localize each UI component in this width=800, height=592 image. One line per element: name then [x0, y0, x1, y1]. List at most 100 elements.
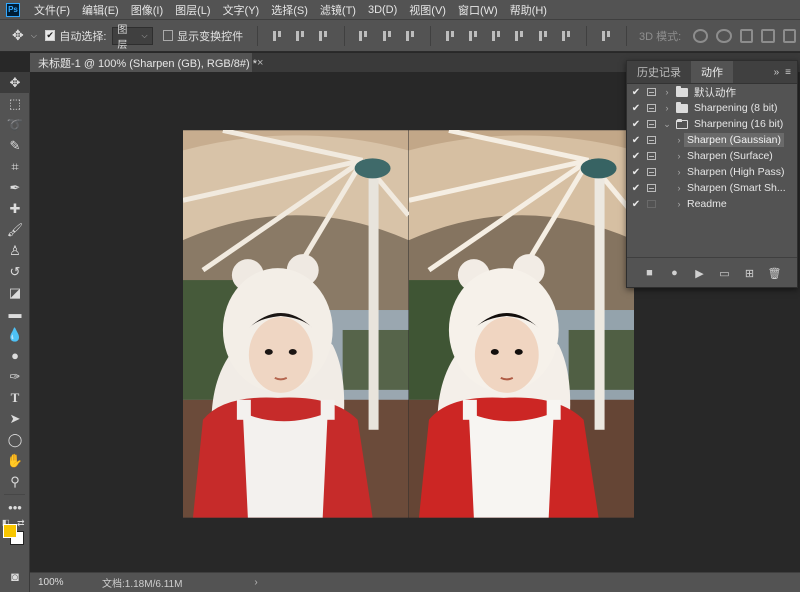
chevron-right-icon[interactable]: › [674, 183, 684, 193]
menu-type[interactable]: 文字(Y) [217, 2, 266, 18]
brush-tool-icon[interactable]: 🖌 [0, 219, 30, 240]
dialog-toggle-icon[interactable] [647, 120, 656, 128]
path-selection-tool-icon[interactable]: ➤ [0, 408, 30, 429]
action-row[interactable]: ✔ › Sharpen (Smart Sh... [627, 180, 797, 196]
action-row[interactable]: ✔ › Readme [627, 196, 797, 212]
quick-mask-icon[interactable]: ◙ [0, 566, 30, 587]
chevron-right-icon[interactable]: › [674, 199, 684, 209]
chevron-right-icon[interactable]: › [674, 151, 684, 161]
align-right-icon[interactable] [404, 29, 417, 43]
toggle-check-icon[interactable]: ✔ [627, 119, 645, 130]
menu-select[interactable]: 选择(S) [265, 2, 314, 18]
3d-orbit-icon[interactable] [693, 28, 709, 43]
panel-menu-icon[interactable]: ≡ [785, 67, 791, 78]
move-tool-icon[interactable]: ✥ [0, 72, 30, 93]
new-set-icon[interactable]: ▭ [718, 267, 732, 280]
healing-brush-tool-icon[interactable]: ✚ [0, 198, 30, 219]
close-icon[interactable]: × [257, 57, 263, 69]
chevron-right-icon[interactable]: › [662, 103, 672, 113]
dialog-toggle-icon[interactable] [647, 184, 656, 192]
chevron-right-icon[interactable]: › [662, 87, 672, 97]
menu-filter[interactable]: 滤镜(T) [314, 2, 362, 18]
history-brush-tool-icon[interactable]: ↺ [0, 261, 30, 282]
dialog-toggle-icon[interactable] [647, 200, 656, 208]
ellipse-tool-icon[interactable]: ◯ [0, 429, 30, 450]
action-row[interactable]: ✔ › Sharpen (Surface) [627, 148, 797, 164]
swap-colors-icon[interactable]: ⇄ [17, 518, 25, 529]
action-set-row[interactable]: ✔ › Sharpening (8 bit) [627, 100, 797, 116]
menu-view[interactable]: 视图(V) [403, 2, 452, 18]
align-left-icon[interactable] [357, 29, 370, 43]
menu-edit[interactable]: 编辑(E) [76, 2, 125, 18]
chevron-down-icon[interactable]: ⌄ [662, 119, 672, 130]
edit-toolbar-icon[interactable]: ••• [0, 497, 30, 518]
dodge-tool-icon[interactable]: ● [0, 345, 30, 366]
rectangular-marquee-tool-icon[interactable]: ⬚ [0, 93, 30, 114]
status-menu-arrow-icon[interactable]: › [254, 577, 257, 588]
align-horizontal-center-icon[interactable] [381, 29, 394, 43]
show-transform-checkbox[interactable] [162, 30, 174, 41]
delete-icon[interactable]: 🗑 [768, 267, 782, 280]
auto-select-dropdown[interactable]: 图层 ⌵ [112, 25, 153, 51]
distribute-bottom-icon[interactable] [490, 29, 503, 43]
menu-3d[interactable]: 3D(D) [362, 4, 403, 16]
tab-actions[interactable]: 动作 [691, 61, 733, 83]
menu-image[interactable]: 图像(I) [125, 2, 169, 18]
menu-window[interactable]: 窗口(W) [452, 2, 504, 18]
menu-layer[interactable]: 图层(L) [169, 2, 216, 18]
toggle-check-icon[interactable]: ✔ [627, 167, 645, 178]
dialog-toggle-icon[interactable] [647, 152, 656, 160]
pen-tool-icon[interactable]: ✑ [0, 366, 30, 387]
distribute-left-icon[interactable] [513, 29, 526, 43]
hand-tool-icon[interactable]: ✋ [0, 450, 30, 471]
distribute-right-icon[interactable] [560, 29, 573, 43]
dialog-toggle-icon[interactable] [647, 136, 656, 144]
distribute-horizontal-center-icon[interactable] [537, 29, 550, 43]
foreground-color-swatch[interactable] [3, 524, 17, 538]
lasso-tool-icon[interactable]: ➰ [0, 114, 30, 135]
action-set-row[interactable]: ✔ › 默认动作 [627, 84, 797, 100]
toggle-check-icon[interactable]: ✔ [627, 183, 645, 194]
action-set-row[interactable]: ✔ ⌄ Sharpening (16 bit) [627, 116, 797, 132]
distribute-vertical-center-icon[interactable] [467, 29, 480, 43]
chevron-right-icon[interactable]: › [674, 167, 684, 177]
document-tab[interactable]: 未标题-1 @ 100% (Sharpen (GB), RGB/8#) * × [30, 53, 263, 72]
collapse-panel-icon[interactable]: » [774, 67, 780, 78]
clone-stamp-tool-icon[interactable]: ♙ [0, 240, 30, 261]
action-row[interactable]: ✔ › Sharpen (High Pass) [627, 164, 797, 180]
blur-tool-icon[interactable]: 💧 [0, 324, 30, 345]
auto-align-layers-icon[interactable] [600, 29, 613, 43]
type-tool-icon[interactable]: T [0, 387, 30, 408]
zoom-level[interactable]: 100% [30, 577, 98, 588]
align-vertical-center-icon[interactable] [294, 29, 307, 43]
eraser-tool-icon[interactable]: ◪ [0, 282, 30, 303]
move-tool-icon[interactable]: ✥ [12, 27, 31, 44]
toggle-check-icon[interactable]: ✔ [627, 151, 645, 162]
toggle-check-icon[interactable]: ✔ [627, 103, 645, 114]
play-icon[interactable]: ▶ [693, 267, 707, 280]
action-row[interactable]: ✔ › Sharpen (Gaussian) [627, 132, 797, 148]
3d-scale-icon[interactable] [782, 28, 796, 43]
align-top-icon[interactable] [271, 29, 284, 43]
tab-history[interactable]: 历史记录 [627, 61, 691, 83]
dialog-toggle-icon[interactable] [647, 168, 656, 176]
3d-slide-icon[interactable] [761, 28, 775, 43]
toggle-check-icon[interactable]: ✔ [627, 87, 645, 98]
crop-tool-icon[interactable]: ⌗ [0, 156, 30, 177]
eyedropper-tool-icon[interactable]: ✒ [0, 177, 30, 198]
gradient-tool-icon[interactable]: ▬ [0, 303, 30, 324]
auto-select-checkbox[interactable]: ✔ [44, 30, 56, 41]
new-action-icon[interactable]: ⊞ [743, 267, 757, 280]
dialog-toggle-icon[interactable] [647, 88, 656, 96]
toggle-check-icon[interactable]: ✔ [627, 135, 645, 146]
zoom-tool-icon[interactable]: ⚲ [0, 471, 30, 492]
toggle-check-icon[interactable]: ✔ [627, 199, 645, 210]
stop-icon[interactable]: ■ [643, 267, 657, 279]
distribute-top-icon[interactable] [444, 29, 457, 43]
dialog-toggle-icon[interactable] [647, 104, 656, 112]
record-icon[interactable]: ● [668, 267, 682, 279]
menu-help[interactable]: 帮助(H) [504, 2, 553, 18]
quick-selection-tool-icon[interactable]: ✎ [0, 135, 30, 156]
menu-file[interactable]: 文件(F) [28, 2, 76, 18]
3d-pan-icon[interactable] [739, 28, 754, 43]
